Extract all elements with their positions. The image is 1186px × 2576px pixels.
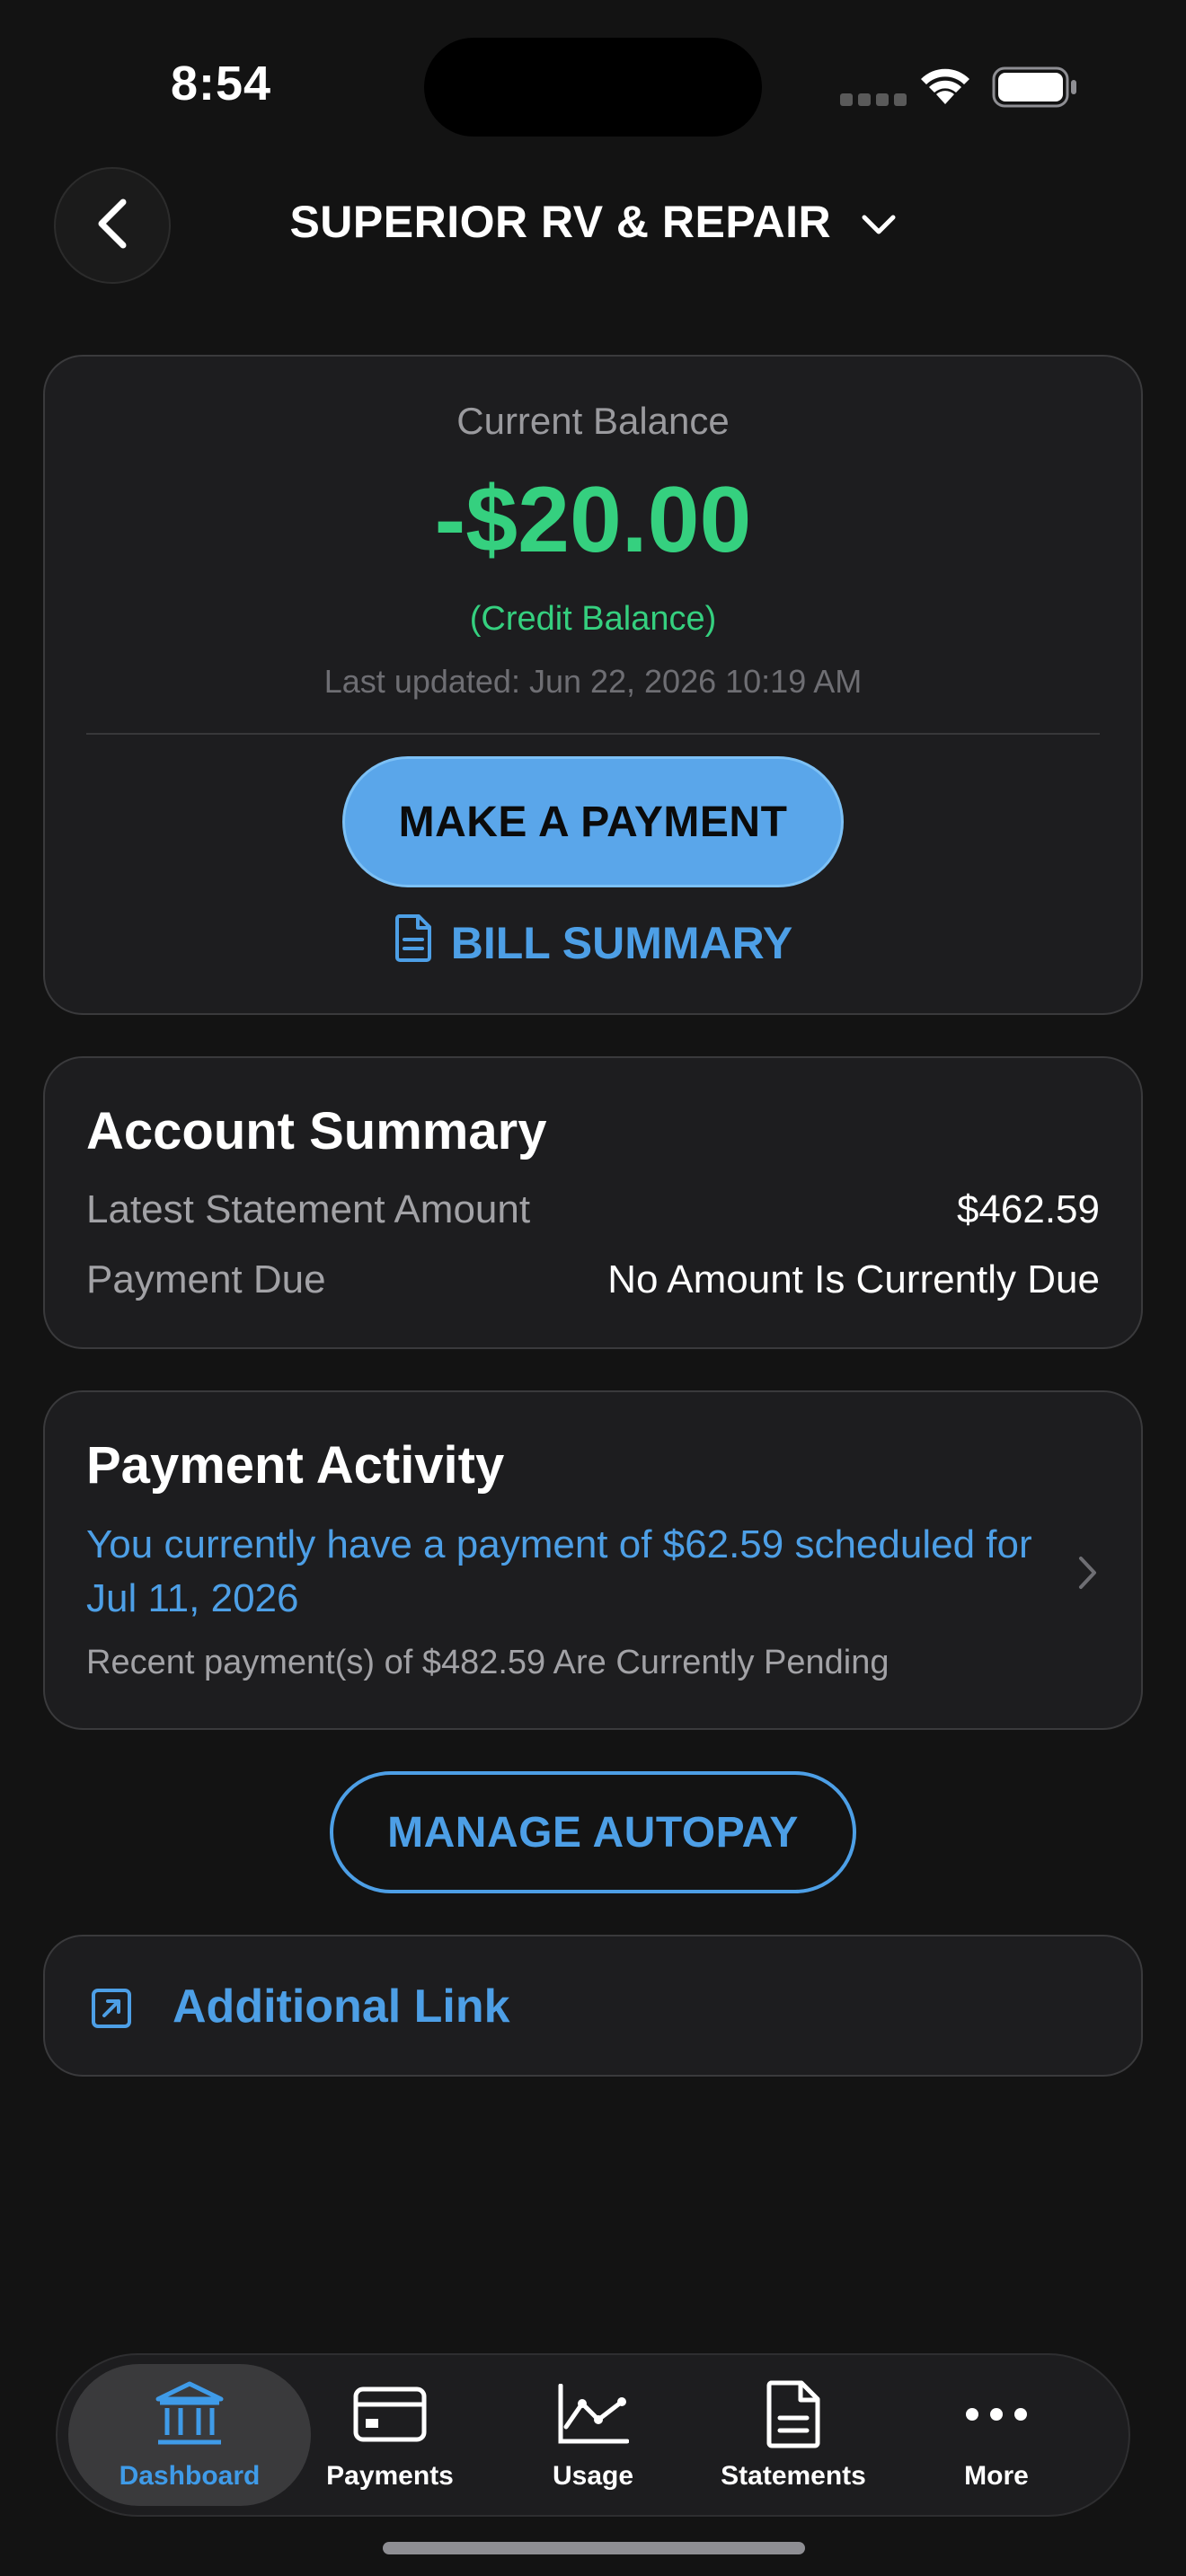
chevron-right-icon[interactable] [1076, 1554, 1100, 1596]
account-selector[interactable]: SUPERIOR RV & REPAIR [0, 196, 1186, 248]
external-link-icon [90, 1987, 133, 2034]
make-payment-button[interactable]: MAKE A PAYMENT [342, 756, 844, 887]
tab-usage[interactable]: Usage [494, 2378, 692, 2492]
payment-activity-title: Payment Activity [86, 1436, 505, 1495]
latest-statement-value: $462.59 [956, 1187, 1100, 1231]
wifi-icon [918, 65, 972, 110]
tab-label: Statements [721, 2461, 866, 2491]
tab-label: Usage [552, 2461, 634, 2491]
divider [86, 733, 1100, 735]
bank-icon [91, 2378, 288, 2450]
document-icon [394, 913, 451, 974]
dynamic-island [424, 38, 762, 137]
bill-summary-label: BILL SUMMARY [450, 918, 793, 968]
line-chart-icon [494, 2378, 692, 2450]
payment-due-label: Payment Due [86, 1257, 326, 1301]
battery-icon [992, 66, 1078, 112]
tab-label: Payments [326, 2461, 454, 2491]
pending-payments-note: Recent payment(s) of $482.59 Are Current… [86, 1644, 890, 1681]
payment-due-value: No Amount Is Currently Due [607, 1257, 1100, 1301]
credit-balance-note: (Credit Balance) [469, 600, 717, 638]
bill-summary-link[interactable]: BILL SUMMARY [0, 913, 1186, 974]
tab-label: Dashboard [119, 2461, 261, 2491]
balance-amount: -$20.00 [434, 468, 752, 572]
ellipsis-icon [898, 2378, 1095, 2450]
additional-link-label[interactable]: Additional Link [173, 1980, 510, 2033]
home-indicator [383, 2542, 805, 2554]
tab-label: More [964, 2461, 1029, 2491]
last-updated: Last updated: Jun 22, 2026 10:19 AM [323, 663, 863, 700]
credit-card-icon [291, 2378, 489, 2450]
chevron-down-icon [861, 196, 897, 248]
tab-dashboard[interactable]: Dashboard [91, 2378, 288, 2492]
tab-statements[interactable]: Statements [695, 2378, 892, 2492]
tab-payments[interactable]: Payments [291, 2378, 489, 2492]
account-name: SUPERIOR RV & REPAIR [289, 197, 832, 247]
scheduled-payment-message[interactable]: You currently have a payment of $62.59 s… [86, 1518, 1039, 1626]
manage-autopay-button[interactable]: MANAGE AUTOPAY [330, 1771, 856, 1893]
account-summary-title: Account Summary [86, 1102, 547, 1160]
document-icon [695, 2378, 892, 2450]
cellular-signal-icon [840, 93, 912, 110]
tab-more[interactable]: More [898, 2378, 1095, 2492]
status-time: 8:54 [171, 57, 272, 110]
balance-label: Current Balance [456, 400, 730, 442]
latest-statement-label: Latest Statement Amount [86, 1187, 531, 1231]
